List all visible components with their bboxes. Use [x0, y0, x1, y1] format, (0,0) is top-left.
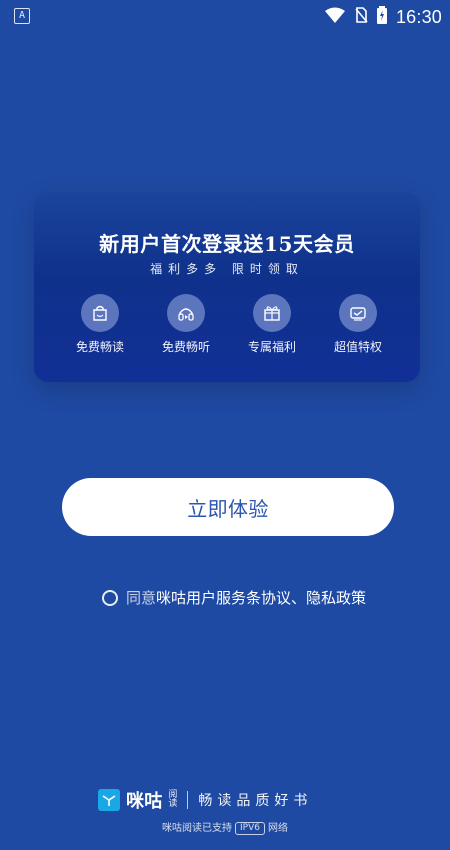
brand-sub: 阅 读	[168, 791, 177, 809]
no-sim-icon	[354, 6, 368, 28]
wifi-icon	[324, 6, 346, 28]
headphones-icon	[167, 294, 205, 332]
vip-card-icon	[339, 294, 377, 332]
benefit-label: 免费畅听	[161, 340, 210, 354]
status-right: 16:30	[324, 5, 442, 29]
footer-divider	[187, 791, 189, 809]
benefit-item-super-privilege[interactable]: 超值特权	[318, 294, 398, 355]
agreement-radio[interactable]	[102, 589, 118, 606]
promo-subtitle: 福利多多 限时领取	[150, 262, 304, 276]
ipv6-badge: IPV6	[235, 821, 265, 835]
gift-icon	[253, 294, 291, 332]
migu-logo-icon	[98, 789, 120, 811]
status-time: 16:30	[395, 6, 442, 27]
benefit-label: 专属福利	[247, 340, 296, 354]
start-experience-button[interactable]: 立即体验	[62, 478, 394, 536]
footer-slogan: 畅读品质好书	[198, 793, 313, 809]
footer-support: 咪咕阅读已支持 IPV6 网络	[0, 819, 450, 835]
brand-sub-2: 读	[168, 799, 178, 809]
agreement-prefix: 同意	[126, 589, 157, 607]
promo-card: 新用户首次登录送15天会员 福利多多 限时领取 免费畅读 免费畅听 专属福利 超…	[34, 192, 420, 382]
brand-logo: 咪咕 阅 读	[98, 787, 177, 813]
app-badge-icon: A	[14, 8, 30, 24]
footer-brand: 咪咕 阅 读 畅读品质好书	[98, 788, 312, 812]
benefit-label: 免费畅读	[75, 340, 124, 354]
benefit-label: 超值特权	[333, 340, 382, 354]
agreement-text: 同意咪咕用户服务条协议、隐私政策	[126, 587, 366, 608]
benefit-item-exclusive-welfare[interactable]: 专属福利	[232, 294, 312, 355]
promo-title: 新用户首次登录送15天会员	[99, 232, 355, 256]
support-prefix: 咪咕阅读已支持	[162, 823, 233, 834]
agreement-link[interactable]: 咪咕用户服务条协议、隐私政策	[156, 589, 366, 607]
battery-charging-icon	[376, 5, 388, 29]
support-suffix: 网络	[267, 823, 288, 834]
benefit-item-free-listen[interactable]: 免费畅听	[146, 294, 226, 355]
benefit-item-free-read[interactable]: 免费畅读	[60, 294, 140, 355]
brand-name: 咪咕	[126, 791, 163, 812]
book-icon	[81, 294, 119, 332]
agreement-row: 同意咪咕用户服务条协议、隐私政策	[102, 587, 366, 608]
status-bar: A 16:30	[0, 0, 450, 32]
